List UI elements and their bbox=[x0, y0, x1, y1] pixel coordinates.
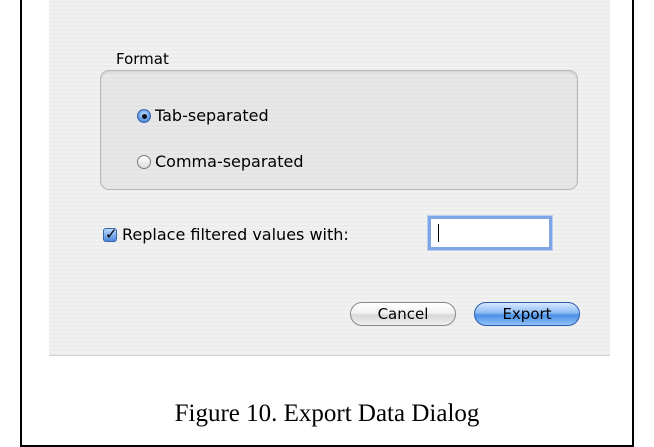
replace-value-field[interactable] bbox=[428, 216, 552, 250]
radio-tab-separated-label: Tab-separated bbox=[155, 106, 269, 125]
replace-filtered-checkbox-row[interactable]: Replace filtered values with: bbox=[103, 225, 349, 244]
replace-value-input[interactable] bbox=[431, 219, 549, 247]
format-groupbox bbox=[100, 70, 578, 190]
export-button[interactable]: Export bbox=[474, 302, 580, 326]
cancel-button[interactable]: Cancel bbox=[350, 302, 456, 326]
radio-unselected-icon[interactable] bbox=[137, 154, 151, 169]
format-group-title: Format bbox=[116, 50, 169, 68]
replace-filtered-label: Replace filtered values with: bbox=[122, 225, 349, 244]
radio-selected-icon[interactable] bbox=[137, 108, 151, 123]
radio-comma-separated[interactable]: Comma-separated bbox=[137, 152, 304, 171]
checkbox-checked-icon[interactable] bbox=[103, 225, 118, 243]
text-caret bbox=[438, 224, 439, 242]
radio-tab-separated[interactable]: Tab-separated bbox=[137, 106, 269, 125]
radio-comma-separated-label: Comma-separated bbox=[155, 152, 304, 171]
figure-caption: Figure 10. Export Data Dialog bbox=[174, 400, 480, 427]
